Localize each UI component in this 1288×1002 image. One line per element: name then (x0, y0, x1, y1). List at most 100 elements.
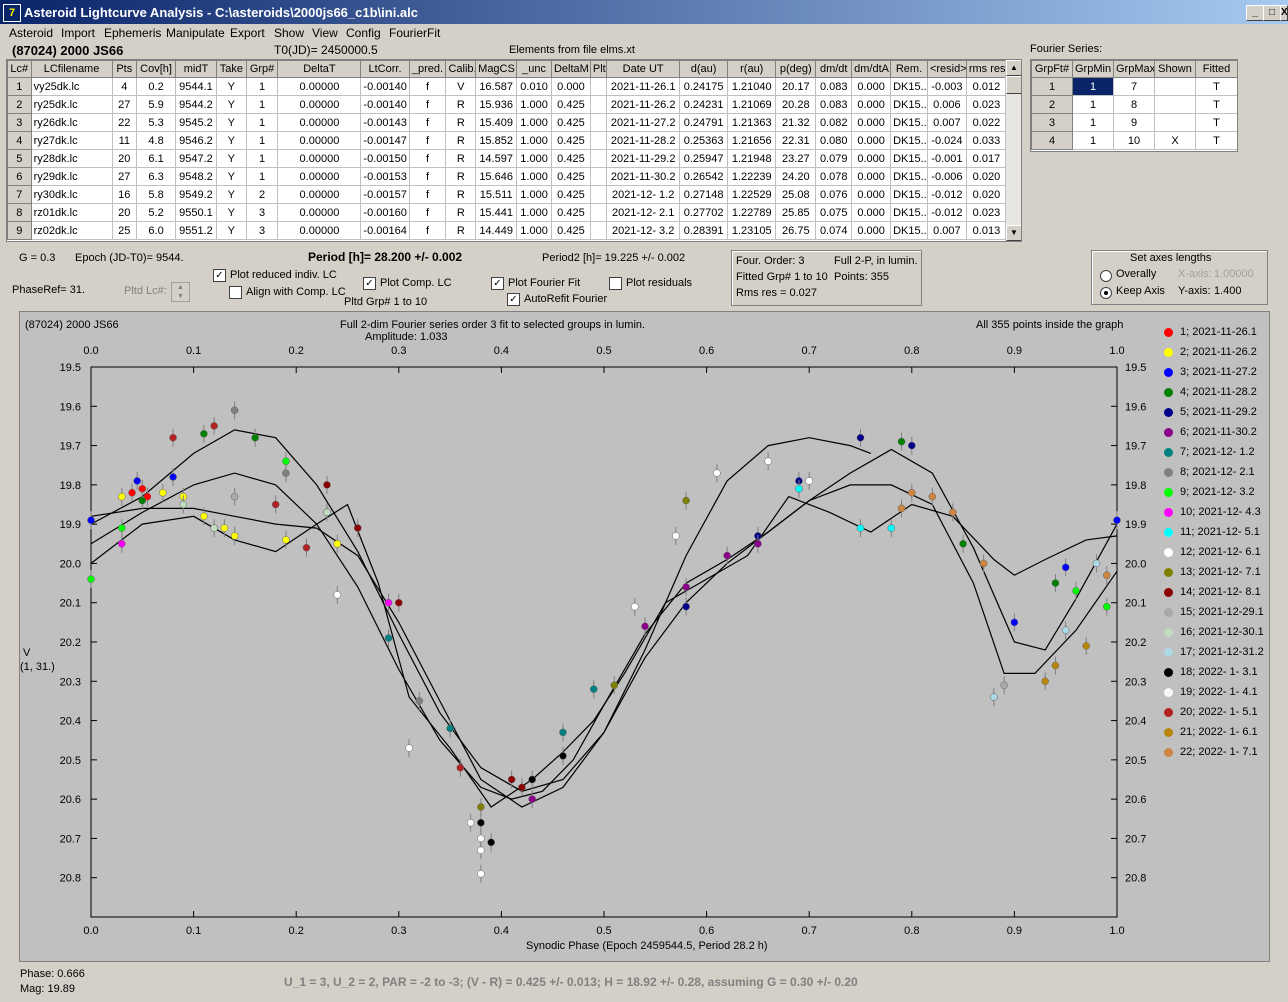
x-tick-label-top: 0.2 (289, 345, 304, 357)
y-tick-label: 20.5 (60, 755, 81, 767)
data-point (477, 846, 485, 854)
data-point (908, 441, 916, 450)
legend-marker (1164, 588, 1173, 597)
data-point (271, 500, 280, 509)
data-point (282, 457, 290, 466)
data-point (179, 500, 188, 509)
data-point (682, 496, 690, 505)
data-point (1000, 681, 1008, 689)
legend-label: 18; 2022- 1- 3.1 (1180, 666, 1258, 678)
legend-label: 16; 2021-12-30.1 (1180, 626, 1264, 638)
data-point (641, 622, 649, 631)
legend-marker (1164, 548, 1173, 557)
y-tick-label-right: 19.5 (1125, 362, 1146, 374)
legend-label: 8; 2021-12- 2.1 (1180, 466, 1255, 478)
data-point (795, 485, 803, 493)
y-tick-label-right: 19.9 (1125, 519, 1146, 531)
data-point (610, 681, 619, 689)
y-tick-label: 20.2 (60, 637, 81, 649)
data-point (559, 728, 567, 737)
y-tick-label: 20.3 (60, 676, 81, 688)
data-point (589, 685, 598, 693)
y-tick-label-right: 20.2 (1125, 637, 1146, 649)
x-tick-label-top: 0.8 (904, 345, 919, 357)
data-point (949, 508, 957, 517)
y-tick-label-right: 20.5 (1125, 755, 1146, 767)
data-point (384, 598, 393, 607)
legend-marker (1164, 488, 1173, 497)
data-point (1061, 563, 1070, 572)
x-tick-label-top: 0.3 (391, 345, 406, 357)
data-point (446, 724, 454, 733)
x-tick-label-top: 0.1 (186, 345, 201, 357)
x-tick-label: 0.6 (699, 925, 714, 937)
data-point (990, 693, 998, 701)
legend-marker (1164, 728, 1173, 737)
data-point (856, 433, 865, 442)
data-point (856, 524, 865, 532)
data-point (805, 477, 813, 485)
lightcurve-chart[interactable]: 0.0 0.0 0.1 0.1 0.2 0.2 0.3 0.3 0.4 0.4 0.5 0.5 0.6 0… (0, 0, 1288, 1002)
data-point (1051, 579, 1060, 587)
x-tick-label-top: 0.9 (1007, 345, 1022, 357)
data-point (477, 818, 485, 827)
y-tick-label-right: 19.7 (1125, 441, 1146, 453)
legend-label: 3; 2021-11-27.2 (1180, 366, 1257, 378)
y-tick-label-right: 20.4 (1125, 716, 1146, 728)
legend-marker (1164, 408, 1173, 417)
data-point (333, 540, 341, 548)
legend-marker (1164, 648, 1173, 657)
legend-marker (1164, 508, 1173, 517)
y-tick-label: 19.7 (60, 441, 81, 453)
legend-label: 4; 2021-11-28.2 (1180, 386, 1257, 398)
data-point (477, 870, 485, 878)
data-point (118, 540, 126, 548)
x-tick-label-top: 1.0 (1109, 345, 1124, 357)
legend-label: 12; 2021-12- 6.1 (1180, 546, 1261, 558)
data-point (200, 512, 208, 521)
y-tick-label: 20.8 (60, 873, 81, 885)
legend-label: 2; 2021-11-26.2 (1180, 346, 1257, 358)
legend-marker (1164, 448, 1173, 457)
mag-readout: Mag: 19.89 (20, 983, 76, 995)
x-tick-label: 0.1 (186, 925, 201, 937)
x-tick-label: 0.9 (1007, 925, 1022, 937)
x-tick-label-top: 0.0 (83, 345, 98, 357)
plot-area (90, 366, 1118, 918)
data-point (723, 551, 731, 560)
chart-legend: 1; 2021-11-26.1 2; 2021-11-26.2 3; 2021-11… (1164, 326, 1274, 766)
legend-label: 5; 2021-11-29.2 (1180, 406, 1257, 418)
data-point (323, 481, 331, 489)
x-tick-label-top: 0.6 (699, 345, 714, 357)
data-point (477, 803, 485, 811)
data-point (220, 524, 229, 532)
y-tick-label-right: 19.6 (1125, 401, 1146, 413)
data-point (713, 469, 721, 477)
legend-label: 20; 2022- 1- 5.1 (1180, 706, 1258, 718)
data-point (138, 496, 147, 505)
y-tick-label: 19.6 (60, 401, 81, 413)
data-point (1102, 571, 1111, 579)
legend-marker (1164, 668, 1173, 677)
data-point (528, 775, 536, 784)
data-point (466, 818, 475, 827)
legend-label: 19; 2022- 1- 4.1 (1180, 686, 1258, 698)
legend-marker (1164, 628, 1173, 637)
y-tick-label: 20.0 (60, 558, 81, 570)
legend-label: 13; 2021-12- 7.1 (1180, 566, 1261, 578)
data-point (908, 488, 916, 497)
data-point (507, 775, 516, 784)
legend-marker (1164, 368, 1173, 377)
x-tick-label: 0.8 (904, 925, 919, 937)
data-point (169, 433, 177, 442)
phase-readout: Phase: 0.666 (20, 968, 85, 980)
data-point (118, 524, 126, 532)
legend-marker (1164, 608, 1173, 617)
data-point (518, 783, 526, 792)
x-tick-label: 0.4 (494, 925, 509, 937)
data-point (133, 477, 141, 485)
legend-label: 14; 2021-12- 8.1 (1180, 586, 1261, 598)
x-tick-label-top: 0.4 (494, 345, 509, 357)
data-point (1061, 626, 1070, 634)
data-point (631, 602, 639, 611)
